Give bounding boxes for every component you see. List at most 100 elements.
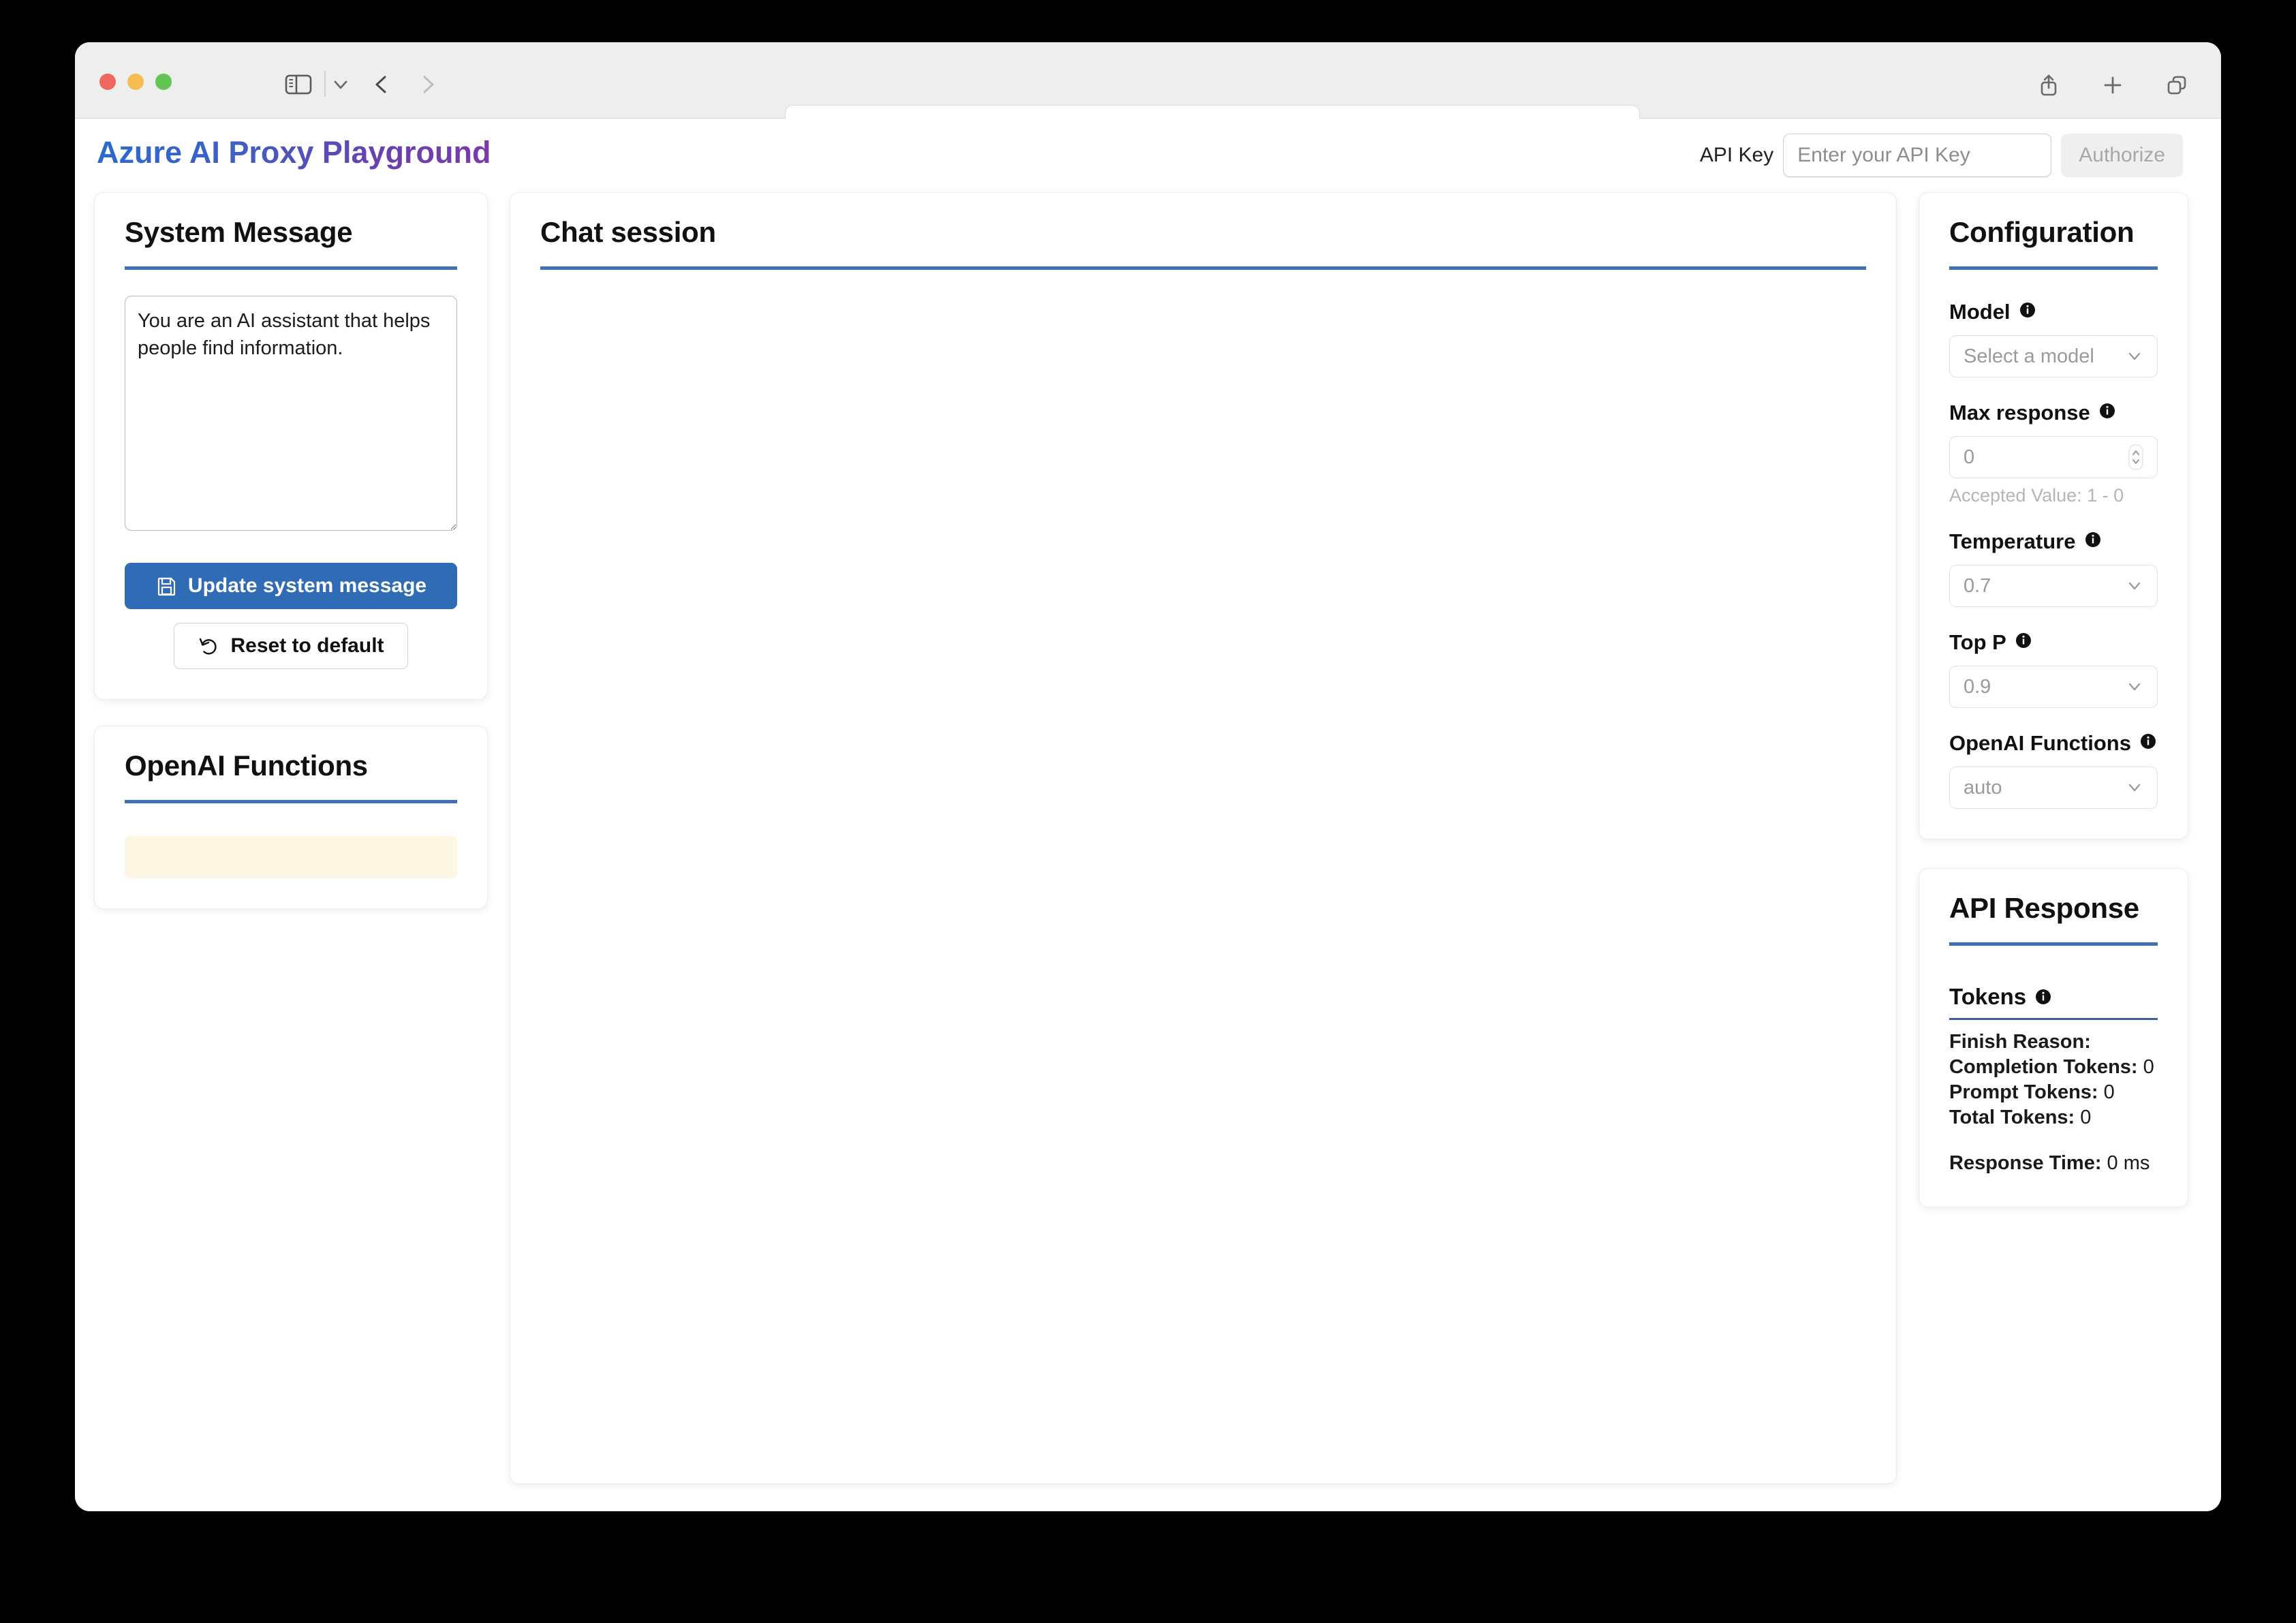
chevron-down-icon bbox=[2124, 677, 2145, 697]
minimize-window-button[interactable] bbox=[127, 74, 144, 90]
reset-to-default-button[interactable]: Reset to default bbox=[174, 623, 408, 669]
configuration-panel: Configuration Model Select a model Max r… bbox=[1919, 192, 2188, 839]
title-underline bbox=[125, 266, 457, 270]
window-controls bbox=[99, 74, 172, 90]
temperature-select[interactable]: 0.7 bbox=[1949, 565, 2158, 607]
chevron-down-icon bbox=[2124, 346, 2145, 367]
update-system-message-button[interactable]: Update system message bbox=[125, 563, 457, 609]
title-underline bbox=[1949, 266, 2158, 270]
total-tokens-label: Total Tokens: bbox=[1949, 1107, 2075, 1129]
main-layout: System Message Update system message bbox=[75, 192, 2221, 1511]
center-column: Chat session bbox=[510, 192, 1897, 1484]
response-time-value: 0 ms bbox=[2107, 1152, 2150, 1175]
info-icon[interactable] bbox=[2098, 402, 2116, 420]
back-arrow-icon[interactable] bbox=[369, 72, 394, 97]
api-response-panel: API Response Tokens Finish Reason: Compl… bbox=[1919, 868, 2188, 1207]
api-key-group: API Key Authorize bbox=[1700, 134, 2183, 177]
info-icon[interactable] bbox=[2034, 988, 2052, 1006]
top-p-label: Top P bbox=[1949, 630, 2006, 654]
max-response-input[interactable]: 0 bbox=[1949, 436, 2158, 478]
model-select[interactable]: Select a model bbox=[1949, 335, 2158, 377]
prompt-tokens-row: Prompt Tokens: 0 bbox=[1949, 1080, 2158, 1105]
prompt-tokens-value: 0 bbox=[2103, 1081, 2115, 1104]
tokens-stats: Finish Reason: Completion Tokens: 0 Prom… bbox=[1949, 1030, 2158, 1177]
max-response-value: 0 bbox=[1964, 446, 1975, 468]
max-response-label-row: Max response bbox=[1949, 401, 2158, 425]
finish-reason-row: Finish Reason: bbox=[1949, 1030, 2158, 1055]
model-label: Model bbox=[1949, 300, 2011, 324]
total-tokens-row: Total Tokens: 0 bbox=[1949, 1105, 2158, 1130]
page-title: Azure AI Proxy Playground bbox=[97, 135, 491, 170]
chevron-down-icon[interactable] bbox=[327, 75, 354, 94]
temperature-value: 0.7 bbox=[1964, 574, 1991, 597]
close-window-button[interactable] bbox=[99, 74, 116, 90]
authorize-button[interactable]: Authorize bbox=[2061, 134, 2183, 177]
forward-arrow-icon[interactable] bbox=[416, 72, 440, 97]
response-time-label: Response Time: bbox=[1949, 1152, 2102, 1175]
reset-to-default-label: Reset to default bbox=[230, 634, 384, 657]
update-system-message-label: Update system message bbox=[187, 574, 427, 597]
number-stepper-icon[interactable] bbox=[2127, 444, 2145, 471]
completion-tokens-label: Completion Tokens: bbox=[1949, 1056, 2138, 1079]
api-key-label: API Key bbox=[1699, 144, 1774, 166]
finish-reason-label: Finish Reason: bbox=[1949, 1031, 2091, 1053]
top-p-label-row: Top P bbox=[1949, 630, 2158, 655]
maximize-window-button[interactable] bbox=[155, 74, 172, 90]
top-p-value: 0.9 bbox=[1964, 675, 1991, 698]
share-icon[interactable] bbox=[2036, 72, 2062, 102]
chat-session-panel: Chat session bbox=[510, 192, 1897, 1484]
info-icon[interactable] bbox=[2019, 301, 2036, 319]
prompt-tokens-label: Prompt Tokens: bbox=[1949, 1081, 2098, 1104]
system-message-title: System Message bbox=[125, 216, 353, 248]
system-message-actions: Update system message Reset to default bbox=[125, 563, 457, 669]
browser-window: mango-bush-0a9e12903.5.azurestaticapps.n… bbox=[75, 42, 2221, 1511]
response-time-row: Response Time: 0 ms bbox=[1949, 1151, 2158, 1176]
save-disk-icon bbox=[155, 575, 177, 597]
title-underline bbox=[540, 266, 1866, 270]
completion-tokens-row: Completion Tokens: 0 bbox=[1949, 1055, 2158, 1080]
chat-session-title: Chat session bbox=[540, 216, 716, 248]
openai-functions-value: auto bbox=[1964, 776, 2002, 799]
max-response-label: Max response bbox=[1949, 401, 2090, 424]
undo-arrow-icon bbox=[198, 635, 219, 657]
info-icon[interactable] bbox=[2015, 632, 2032, 649]
api-key-input[interactable] bbox=[1783, 134, 2052, 177]
openai-functions-config-label: OpenAI Functions bbox=[1949, 731, 2131, 755]
total-tokens-value: 0 bbox=[2080, 1107, 2092, 1129]
openai-functions-empty-box bbox=[125, 836, 457, 878]
left-column: System Message Update system message bbox=[94, 192, 488, 1484]
plus-icon[interactable] bbox=[2100, 72, 2126, 102]
title-underline bbox=[125, 800, 457, 803]
tab-overview-icon[interactable] bbox=[2164, 72, 2190, 102]
model-label-row: Model bbox=[1949, 300, 2158, 324]
openai-functions-panel: OpenAI Functions bbox=[94, 726, 488, 909]
chevron-down-icon bbox=[2124, 576, 2145, 596]
system-message-input[interactable] bbox=[125, 296, 457, 531]
openai-functions-label-row: OpenAI Functions bbox=[1949, 731, 2158, 756]
tokens-heading-row: Tokens bbox=[1949, 984, 2158, 1010]
configuration-title: Configuration bbox=[1949, 216, 2135, 248]
accepted-value-hint: Accepted Value: 1 - 0 bbox=[1949, 485, 2124, 506]
toolbar-divider bbox=[324, 71, 326, 97]
info-icon[interactable] bbox=[2084, 531, 2102, 548]
openai-functions-title: OpenAI Functions bbox=[125, 749, 368, 782]
model-select-value: Select a model bbox=[1964, 345, 2094, 367]
browser-toolbar: mango-bush-0a9e12903.5.azurestaticapps.n… bbox=[75, 42, 2221, 150]
sidebar-toggle-icon[interactable] bbox=[279, 72, 317, 96]
chevron-down-icon bbox=[2124, 777, 2145, 798]
info-icon[interactable] bbox=[2139, 732, 2157, 750]
title-underline bbox=[1949, 942, 2158, 946]
temperature-label: Temperature bbox=[1949, 529, 2076, 553]
right-column: Configuration Model Select a model Max r… bbox=[1919, 192, 2188, 1484]
toolbar-right-actions bbox=[2036, 72, 2190, 102]
system-message-panel: System Message Update system message bbox=[94, 192, 488, 700]
top-p-select[interactable]: 0.9 bbox=[1949, 666, 2158, 708]
completion-tokens-value: 0 bbox=[2143, 1056, 2154, 1079]
temperature-label-row: Temperature bbox=[1949, 529, 2158, 554]
openai-functions-select[interactable]: auto bbox=[1949, 767, 2158, 809]
tokens-label: Tokens bbox=[1949, 984, 2027, 1009]
api-response-title: API Response bbox=[1949, 892, 2139, 924]
app-header: Azure AI Proxy Playground API Key Author… bbox=[75, 119, 2221, 192]
tokens-underline bbox=[1949, 1018, 2158, 1020]
